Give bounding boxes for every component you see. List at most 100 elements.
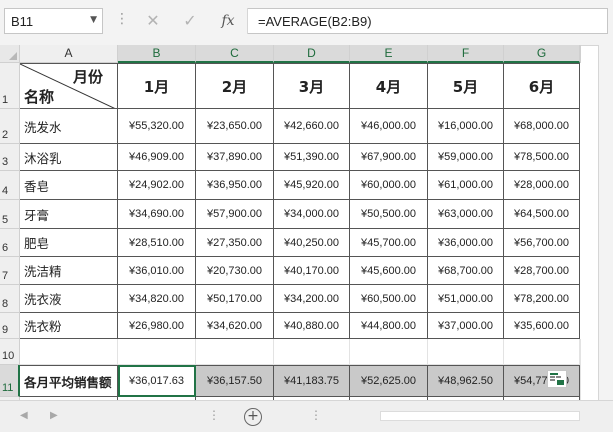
row-header[interactable]: 11: [0, 365, 20, 397]
column-header[interactable]: C: [196, 45, 274, 63]
empty-cell[interactable]: [580, 339, 581, 365]
sales-value-cell[interactable]: ¥67,900.00: [350, 144, 428, 171]
sales-value-cell[interactable]: ¥78,500.00: [504, 144, 580, 171]
row-header[interactable]: 1: [0, 63, 20, 109]
sales-value-cell[interactable]: ¥55,320.00: [118, 109, 196, 144]
average-value-cell[interactable]: ¥52,625.00: [350, 365, 428, 397]
scroll-left-arrow-icon[interactable]: ◀: [20, 410, 28, 421]
average-value-cell[interactable]: ¥54,775.00: [504, 365, 580, 397]
month-header-cell[interactable]: 4月: [350, 63, 428, 109]
sales-value-cell[interactable]: ¥44,800.00: [350, 313, 428, 339]
average-value-cell[interactable]: ¥48,962.50: [428, 365, 504, 397]
sales-value-cell[interactable]: ¥59,000.00: [428, 144, 504, 171]
sales-value-cell[interactable]: ¥36,010.00: [118, 257, 196, 285]
sales-value-cell[interactable]: ¥60,500.00: [350, 285, 428, 313]
row-header[interactable]: 10: [0, 339, 20, 365]
column-header[interactable]: A: [20, 45, 118, 63]
row-header[interactable]: 7: [0, 257, 20, 285]
formula-input[interactable]: =AVERAGE(B2:B9): [248, 8, 608, 34]
column-header[interactable]: E: [350, 45, 428, 63]
column-header[interactable]: [580, 45, 581, 63]
row-header[interactable]: 8: [0, 285, 20, 313]
scroll-right-arrow-icon[interactable]: ▶: [50, 410, 58, 421]
sales-value-cell[interactable]: ¥51,000.00: [428, 285, 504, 313]
sales-value-cell[interactable]: ¥63,000.00: [428, 200, 504, 229]
column-header[interactable]: F: [428, 45, 504, 63]
sales-value-cell[interactable]: ¥50,170.00: [196, 285, 274, 313]
sales-value-cell[interactable]: ¥61,000.00: [428, 171, 504, 200]
product-name-cell[interactable]: 香皂: [20, 171, 118, 200]
product-name-cell[interactable]: 洗衣粉: [20, 313, 118, 339]
sales-value-cell[interactable]: ¥34,690.00: [118, 200, 196, 229]
vertical-scrollbar[interactable]: [598, 45, 613, 400]
empty-cell[interactable]: [20, 339, 118, 365]
sales-value-cell[interactable]: ¥57,900.00: [196, 200, 274, 229]
sales-value-cell[interactable]: ¥56,700.00: [504, 229, 580, 257]
product-name-cell[interactable]: 牙膏: [20, 200, 118, 229]
sales-value-cell[interactable]: ¥46,909.00: [118, 144, 196, 171]
sales-value-cell[interactable]: ¥45,600.00: [350, 257, 428, 285]
month-header-cell[interactable]: 1月: [118, 63, 196, 109]
select-all-corner[interactable]: [0, 45, 20, 63]
sheet-divider-dots-icon[interactable]: ⋮: [310, 408, 322, 422]
sales-value-cell[interactable]: ¥64,500.00: [504, 200, 580, 229]
sales-value-cell[interactable]: ¥40,250.00: [274, 229, 350, 257]
empty-cell[interactable]: [580, 365, 581, 397]
row-header[interactable]: 4: [0, 171, 20, 200]
enter-check-icon[interactable]: ✓: [175, 8, 205, 34]
active-average-cell[interactable]: ¥36,017.63: [118, 365, 196, 397]
empty-cell[interactable]: [428, 339, 504, 365]
row-header[interactable]: 2: [0, 109, 20, 144]
quick-analysis-icon[interactable]: [547, 370, 567, 388]
more-options-icon[interactable]: ⋮: [115, 11, 129, 27]
sales-value-cell[interactable]: ¥34,000.00: [274, 200, 350, 229]
sales-value-cell[interactable]: ¥37,000.00: [428, 313, 504, 339]
product-name-cell[interactable]: 沐浴乳: [20, 144, 118, 171]
sales-value-cell[interactable]: ¥36,000.00: [428, 229, 504, 257]
sales-value-cell[interactable]: ¥34,200.00: [274, 285, 350, 313]
sales-value-cell[interactable]: ¥24,902.00: [118, 171, 196, 200]
product-name-cell[interactable]: 洗发水: [20, 109, 118, 144]
horizontal-scrollbar[interactable]: [380, 411, 580, 421]
sales-value-cell[interactable]: ¥45,920.00: [274, 171, 350, 200]
month-header-cell[interactable]: 2月: [196, 63, 274, 109]
sales-value-cell[interactable]: ¥78,200.00: [504, 285, 580, 313]
average-value-cell[interactable]: ¥41,183.75: [274, 365, 350, 397]
sheet-more-dots-icon[interactable]: ⋮: [208, 408, 220, 422]
empty-cell[interactable]: [118, 339, 196, 365]
sales-value-cell[interactable]: ¥34,620.00: [196, 313, 274, 339]
sales-value-cell[interactable]: ¥23,650.00: [196, 109, 274, 144]
insert-function-icon[interactable]: fx: [214, 8, 242, 34]
product-name-cell[interactable]: 洗衣液: [20, 285, 118, 313]
sales-value-cell[interactable]: ¥46,000.00: [350, 109, 428, 144]
average-value-cell[interactable]: ¥36,157.50: [196, 365, 274, 397]
sales-value-cell[interactable]: ¥35,600.00: [504, 313, 580, 339]
empty-cell[interactable]: [350, 339, 428, 365]
empty-cell[interactable]: [504, 339, 580, 365]
column-header[interactable]: D: [274, 45, 350, 63]
sales-value-cell[interactable]: ¥34,820.00: [118, 285, 196, 313]
sales-value-cell[interactable]: ¥45,700.00: [350, 229, 428, 257]
empty-cell[interactable]: [196, 339, 274, 365]
sales-value-cell[interactable]: ¥27,350.00: [196, 229, 274, 257]
column-header[interactable]: B: [118, 45, 196, 63]
sales-value-cell[interactable]: ¥37,890.00: [196, 144, 274, 171]
sales-value-cell[interactable]: ¥26,980.00: [118, 313, 196, 339]
sales-value-cell[interactable]: ¥16,000.00: [428, 109, 504, 144]
sales-value-cell[interactable]: ¥40,880.00: [274, 313, 350, 339]
cancel-x-icon[interactable]: ✕: [138, 8, 168, 34]
sales-value-cell[interactable]: ¥28,700.00: [504, 257, 580, 285]
sales-value-cell[interactable]: ¥42,660.00: [274, 109, 350, 144]
column-header[interactable]: G: [504, 45, 580, 63]
empty-cell[interactable]: [274, 339, 350, 365]
sales-value-cell[interactable]: ¥68,700.00: [428, 257, 504, 285]
row-header[interactable]: 6: [0, 229, 20, 257]
add-sheet-plus-icon[interactable]: +: [244, 408, 262, 426]
sales-value-cell[interactable]: ¥20,730.00: [196, 257, 274, 285]
month-header-cell[interactable]: 6月: [504, 63, 580, 109]
month-header-cell[interactable]: 3月: [274, 63, 350, 109]
sales-value-cell[interactable]: ¥28,510.00: [118, 229, 196, 257]
product-name-cell[interactable]: 肥皂: [20, 229, 118, 257]
sales-value-cell[interactable]: ¥51,390.00: [274, 144, 350, 171]
month-header-cell[interactable]: 5月: [428, 63, 504, 109]
